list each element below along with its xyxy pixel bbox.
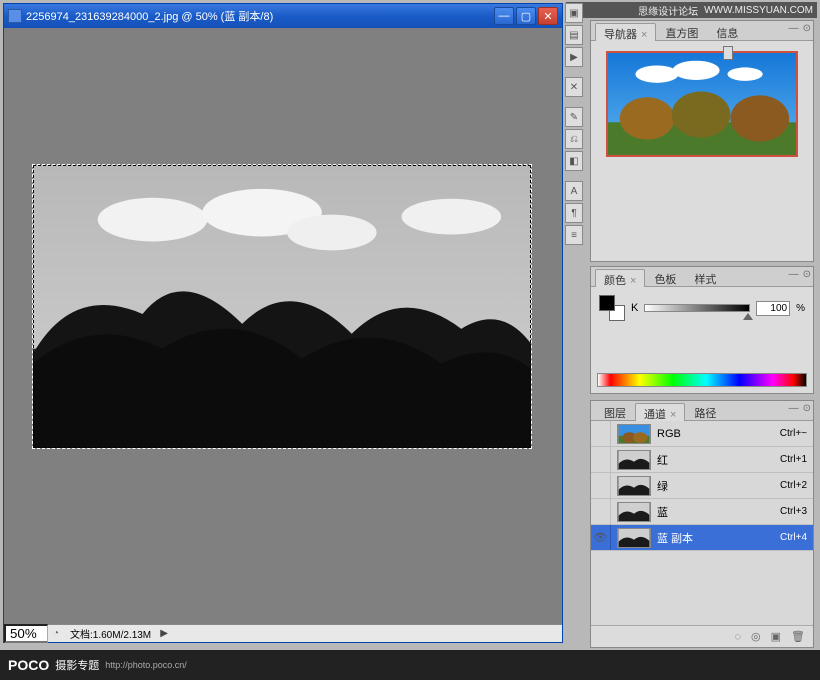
banner-title: 思缘设计论坛: [638, 3, 698, 18]
close-button[interactable]: ✕: [538, 7, 558, 25]
delete-channel-icon[interactable]: 🗑: [791, 630, 805, 643]
save-selection-icon[interactable]: ◎: [751, 630, 761, 643]
channel-to-selection-icon[interactable]: ◌: [734, 631, 741, 643]
k-label: K: [631, 302, 638, 314]
tool-btn-9[interactable]: ¶: [565, 203, 583, 223]
close-icon[interactable]: ×: [670, 409, 676, 421]
channel-list: RGBCtrl+~红Ctrl+1绿Ctrl+2蓝Ctrl+3👁蓝 副本Ctrl+…: [591, 421, 813, 625]
panel-min-icon[interactable]: —: [789, 403, 799, 414]
channel-name: RGB: [657, 428, 780, 440]
tool-btn-4[interactable]: ✕: [565, 77, 583, 97]
top-banner: ⠿ 思缘设计论坛 WWW.MISSYUAN.COM: [566, 2, 817, 18]
tab-layers[interactable]: 图层: [595, 402, 635, 420]
channel-shortcut: Ctrl+2: [780, 480, 807, 491]
maximize-button[interactable]: ▢: [516, 7, 536, 25]
footer-watermark: POCO 摄影专题 http://photo.poco.cn/: [0, 650, 820, 680]
new-channel-icon[interactable]: ▣: [771, 630, 781, 643]
channel-row[interactable]: 红Ctrl+1: [591, 447, 813, 473]
tab-histogram[interactable]: 直方图: [656, 22, 707, 40]
channel-row[interactable]: 蓝Ctrl+3: [591, 499, 813, 525]
minimize-button[interactable]: —: [494, 7, 514, 25]
navigator-tabs: 导航器× 直方图 信息 — ⊙: [591, 21, 813, 41]
tab-swatches[interactable]: 色板: [645, 268, 685, 286]
document-title: 2256974_231639284000_2.jpg @ 50% (蓝 副本/8…: [26, 8, 273, 24]
tool-btn-7[interactable]: ◧: [565, 151, 583, 171]
color-panel: 颜色× 色板 样式 — ⊙ K %: [590, 266, 814, 394]
document-window: 2256974_231639284000_2.jpg @ 50% (蓝 副本/8…: [3, 3, 563, 643]
channel-thumbnail: [617, 424, 651, 444]
canvas-area[interactable]: [4, 28, 562, 624]
tool-btn-3[interactable]: ▶: [565, 47, 583, 67]
visibility-toggle[interactable]: 👁: [591, 525, 611, 550]
k-slider[interactable]: [644, 304, 750, 312]
tool-btn-5[interactable]: ✎: [565, 107, 583, 127]
footer-tag: 摄影专题: [55, 657, 99, 673]
status-bar: ◔ 文档:1.60M/2.13M ▶: [4, 624, 562, 642]
panel-menu-icon[interactable]: ⊙: [803, 23, 811, 34]
channel-row[interactable]: RGBCtrl+~: [591, 421, 813, 447]
channels-panel: 图层 通道× 路径 —⊙ RGBCtrl+~红Ctrl+1绿Ctrl+2蓝Ctr…: [590, 400, 814, 648]
tool-btn-1[interactable]: ▣: [565, 3, 583, 23]
tool-btn-2[interactable]: ▤: [565, 25, 583, 45]
close-icon[interactable]: ×: [630, 275, 636, 287]
app-icon: [8, 9, 22, 23]
footer-url: http://photo.poco.cn/: [105, 660, 187, 670]
zoom-input[interactable]: [4, 624, 48, 643]
tool-btn-10[interactable]: ≡: [565, 225, 583, 245]
channel-shortcut: Ctrl+4: [780, 532, 807, 543]
channel-row[interactable]: 👁 蓝 副本Ctrl+4: [591, 525, 813, 551]
channels-tabs: 图层 通道× 路径 — ⊙: [591, 401, 813, 421]
visibility-toggle[interactable]: [591, 421, 611, 446]
panel-menu-icon[interactable]: ⊙: [803, 269, 811, 280]
nav-zoom-slider[interactable]: [663, 48, 787, 60]
visibility-toggle[interactable]: [591, 499, 611, 524]
tab-paths[interactable]: 路径: [685, 402, 725, 420]
canvas-selection[interactable]: [32, 164, 532, 449]
banner-url: WWW.MISSYUAN.COM: [704, 5, 813, 16]
panel-menu-icon[interactable]: ⊙: [803, 403, 811, 414]
channel-thumbnail: [617, 450, 651, 470]
channel-name: 红: [657, 452, 780, 468]
tab-navigator[interactable]: 导航器×: [595, 23, 656, 41]
channel-shortcut: Ctrl+1: [780, 454, 807, 465]
color-tabs: 颜色× 色板 样式 — ⊙: [591, 267, 813, 287]
channel-shortcut: Ctrl+3: [780, 506, 807, 517]
k-value-input[interactable]: [756, 301, 790, 316]
channels-footer: ◌ ◎ ▣ 🗑: [591, 625, 813, 647]
tool-btn-6[interactable]: ⎌: [565, 129, 583, 149]
footer-logo: POCO: [8, 657, 49, 673]
fg-bg-swatch[interactable]: [599, 295, 625, 321]
canvas-image: [33, 165, 531, 448]
tab-styles[interactable]: 样式: [685, 268, 725, 286]
channel-name: 蓝 副本: [657, 530, 780, 546]
color-spectrum[interactable]: [597, 373, 807, 387]
status-icon: ◔: [48, 628, 64, 639]
channel-thumbnail: [617, 528, 651, 548]
panel-min-icon[interactable]: —: [789, 23, 799, 34]
channel-row[interactable]: 绿Ctrl+2: [591, 473, 813, 499]
channel-name: 绿: [657, 478, 780, 494]
panel-min-icon[interactable]: —: [789, 269, 799, 280]
slider-thumb[interactable]: [743, 313, 753, 320]
visibility-toggle[interactable]: [591, 473, 611, 498]
fg-swatch[interactable]: [599, 295, 615, 311]
visibility-toggle[interactable]: [591, 447, 611, 472]
doc-size-label: 文档:1.60M/2.13M: [64, 626, 157, 641]
slider-thumb[interactable]: [723, 46, 733, 60]
channel-thumbnail: [617, 476, 651, 496]
document-titlebar[interactable]: 2256974_231639284000_2.jpg @ 50% (蓝 副本/8…: [4, 4, 562, 28]
tab-info[interactable]: 信息: [707, 22, 747, 40]
channel-shortcut: Ctrl+~: [780, 428, 807, 439]
percent-label: %: [796, 303, 805, 314]
navigator-preview[interactable]: [606, 51, 798, 157]
tool-btn-8[interactable]: A: [565, 181, 583, 201]
dock-strip: ▣ ▤ ▶ ✕ ✎ ⎌ ◧ A ¶ ≡: [565, 3, 583, 247]
channel-thumbnail: [617, 502, 651, 522]
navigator-panel: 导航器× 直方图 信息 — ⊙: [590, 20, 814, 262]
tab-color[interactable]: 颜色×: [595, 269, 645, 287]
status-arrow-icon[interactable]: ▶: [157, 628, 171, 639]
close-icon[interactable]: ×: [641, 29, 647, 41]
channel-name: 蓝: [657, 504, 780, 520]
tab-channels[interactable]: 通道×: [635, 403, 685, 421]
